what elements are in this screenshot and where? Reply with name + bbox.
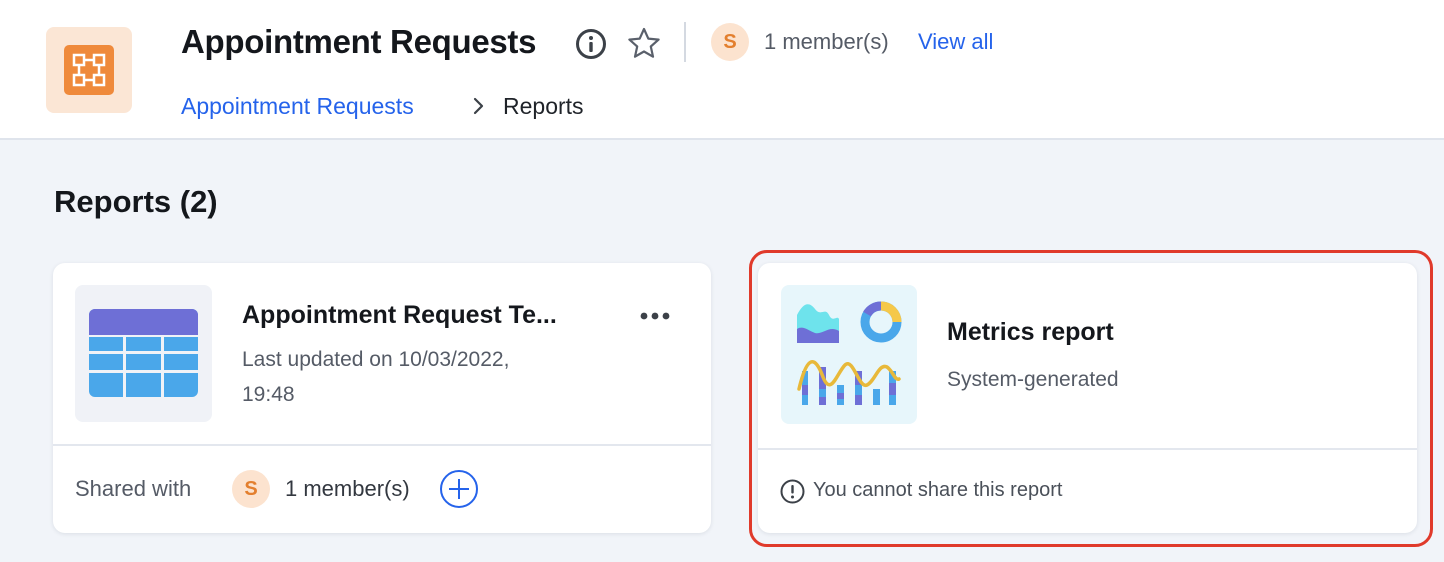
section-title: Reports (2) xyxy=(54,184,218,219)
breadcrumb-current: Reports xyxy=(503,93,584,119)
share-restriction-notice: You cannot share this report xyxy=(813,479,1063,501)
report-card-metrics[interactable]: Metrics report System-generated You cann… xyxy=(758,263,1417,533)
card-divider xyxy=(53,444,711,446)
chevron-right-icon xyxy=(470,96,488,116)
report-title[interactable]: Metrics report xyxy=(947,316,1114,348)
report-thumbnail xyxy=(781,285,917,424)
warning-icon xyxy=(780,479,805,504)
star-icon[interactable] xyxy=(626,26,662,62)
avatar[interactable]: S xyxy=(232,470,270,508)
app-icon xyxy=(46,27,132,113)
report-title[interactable]: Appointment Request Te... xyxy=(242,299,602,331)
metrics-chart-icon xyxy=(797,301,902,405)
page-header: Appointment Requests S 1 member(s) View … xyxy=(0,0,1444,140)
info-icon[interactable] xyxy=(575,28,607,60)
report-source: System-generated xyxy=(947,368,1119,391)
more-options-icon[interactable] xyxy=(635,303,675,329)
report-card[interactable]: Appointment Request Te... Last updated o… xyxy=(53,263,711,533)
breadcrumb-parent-link[interactable]: Appointment Requests xyxy=(181,92,414,120)
card-divider xyxy=(758,448,1417,450)
report-last-updated: Last updated on 10/03/2022, 19:48 xyxy=(242,342,572,412)
shared-with-label: Shared with xyxy=(75,476,192,501)
member-count: 1 member(s) xyxy=(764,29,889,54)
view-all-link[interactable]: View all xyxy=(918,29,993,55)
report-last-updated-date: Last updated on 10/03/2022, xyxy=(242,348,510,371)
table-icon xyxy=(89,309,198,397)
report-thumbnail xyxy=(75,285,212,422)
report-last-updated-time: 19:48 xyxy=(242,383,295,406)
add-member-icon[interactable] xyxy=(439,469,479,509)
shared-member-count: 1 member(s) xyxy=(285,476,410,501)
app-frame-icon xyxy=(64,45,114,95)
page-title: Appointment Requests xyxy=(181,23,537,60)
header-divider xyxy=(684,22,686,62)
avatar[interactable]: S xyxy=(711,23,749,61)
